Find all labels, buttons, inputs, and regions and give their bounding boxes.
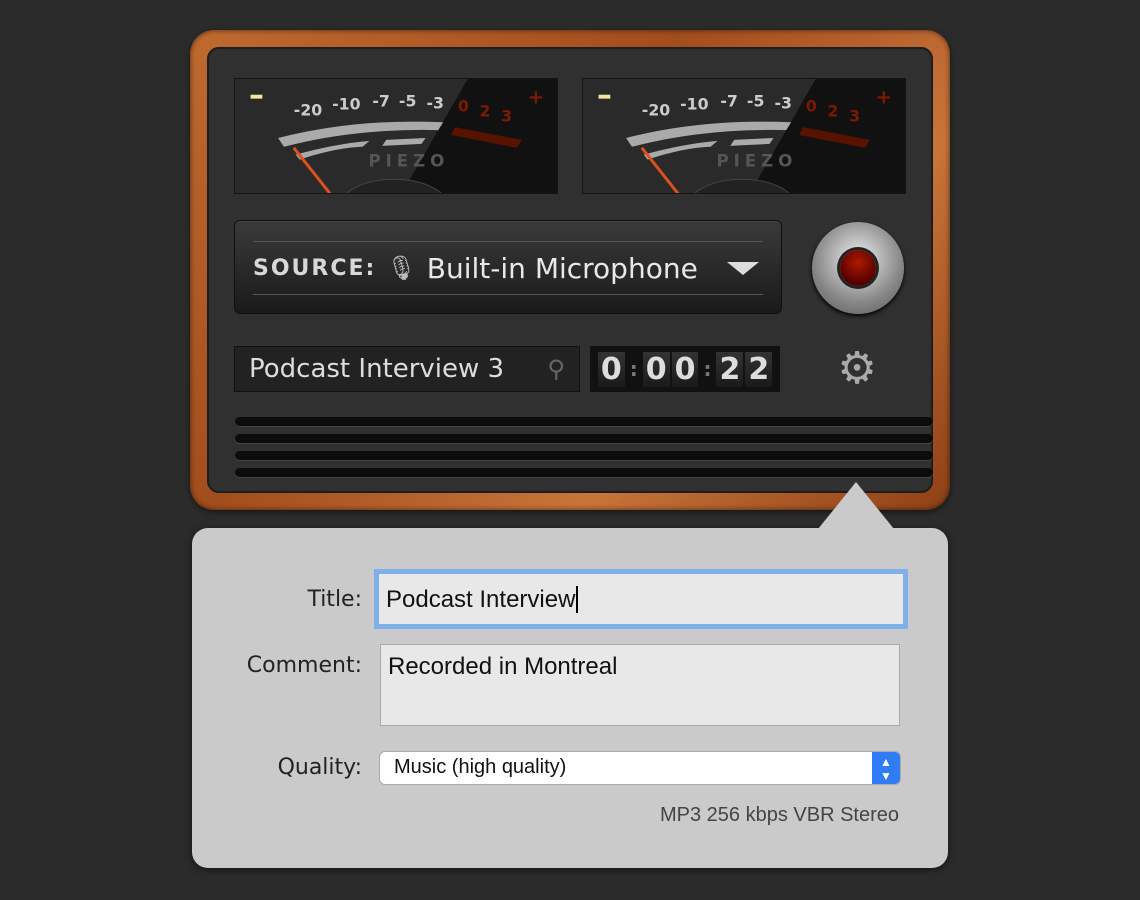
format-info: MP3 256 kbps VBR Stereo <box>659 804 899 826</box>
comment-value: Recorded in Montreal <box>388 653 618 680</box>
timer-digit: 2 <box>716 351 744 387</box>
record-button[interactable] <box>812 222 904 314</box>
scale-label: -20 <box>642 100 670 119</box>
speaker-grille <box>235 417 933 426</box>
speaker-grille <box>235 468 933 477</box>
scale-label: -7 <box>372 92 389 111</box>
vu-meter-left: -20 -10 -7 -5 -3 0 2 3 + PIEZO <box>234 78 558 194</box>
scale-label: -10 <box>680 94 708 113</box>
title-input[interactable]: Podcast Interview <box>378 573 904 625</box>
recording-name: Podcast Interview 3 <box>249 354 505 384</box>
source-label: SOURCE: <box>253 255 377 281</box>
vu-meter-right: -20 -10 -7 -5 -3 0 2 3 + PIEZO <box>582 78 906 194</box>
plus-mark: + <box>876 86 892 109</box>
comment-label: Comment: <box>246 653 362 678</box>
stepper-arrows-icon: ▲ ▼ <box>872 752 900 784</box>
record-light-icon <box>840 250 876 286</box>
timer-digit: 0 <box>597 351 625 387</box>
dropdown-triangle-icon <box>727 261 759 275</box>
popover-arrow <box>818 482 894 529</box>
speaker-grille <box>235 451 933 460</box>
scale-label: -5 <box>399 92 416 111</box>
scale-label: 0 <box>806 96 817 115</box>
recording-name-field[interactable]: Podcast Interview 3 ⚲ <box>234 346 580 392</box>
scale-label: 3 <box>849 106 860 125</box>
search-icon: ⚲ <box>547 355 565 383</box>
title-label: Title: <box>307 587 362 612</box>
microphone-icon: 🎙 <box>386 254 417 282</box>
source-value: Built-in Microphone <box>426 251 698 285</box>
quality-label: Quality: <box>277 755 362 780</box>
title-value: Podcast Interview <box>386 586 576 613</box>
quality-select[interactable]: Music (high quality) ▲ ▼ <box>380 752 900 784</box>
scale-label: 2 <box>480 101 491 120</box>
scale-label: 0 <box>458 96 469 115</box>
quality-value: Music (high quality) <box>394 756 567 778</box>
scale-label: -3 <box>426 93 443 112</box>
scale-label: -7 <box>720 92 737 111</box>
speaker-grille <box>235 434 933 443</box>
timer-digit: 0 <box>671 351 699 387</box>
gear-icon[interactable]: ⚙ <box>834 346 880 392</box>
minus-mark <box>250 94 263 99</box>
plus-mark: + <box>528 86 544 109</box>
scale-label: -20 <box>294 100 322 119</box>
scale-label: 3 <box>501 106 512 125</box>
source-selector[interactable]: SOURCE: 🎙 Built-in Microphone <box>234 220 782 314</box>
scale-label: -10 <box>332 94 360 113</box>
elapsed-timer: 0: 0 0: 2 2 <box>590 346 780 392</box>
scale-label: 2 <box>828 101 839 120</box>
scale-label: -3 <box>774 93 791 112</box>
brand-label: PIEZO <box>716 150 797 170</box>
comment-textarea[interactable]: Recorded in Montreal <box>380 644 900 726</box>
timer-digit: 2 <box>745 351 773 387</box>
brand-label: PIEZO <box>368 150 449 170</box>
timer-digit: 0 <box>642 351 670 387</box>
scale-label: -5 <box>747 92 764 111</box>
